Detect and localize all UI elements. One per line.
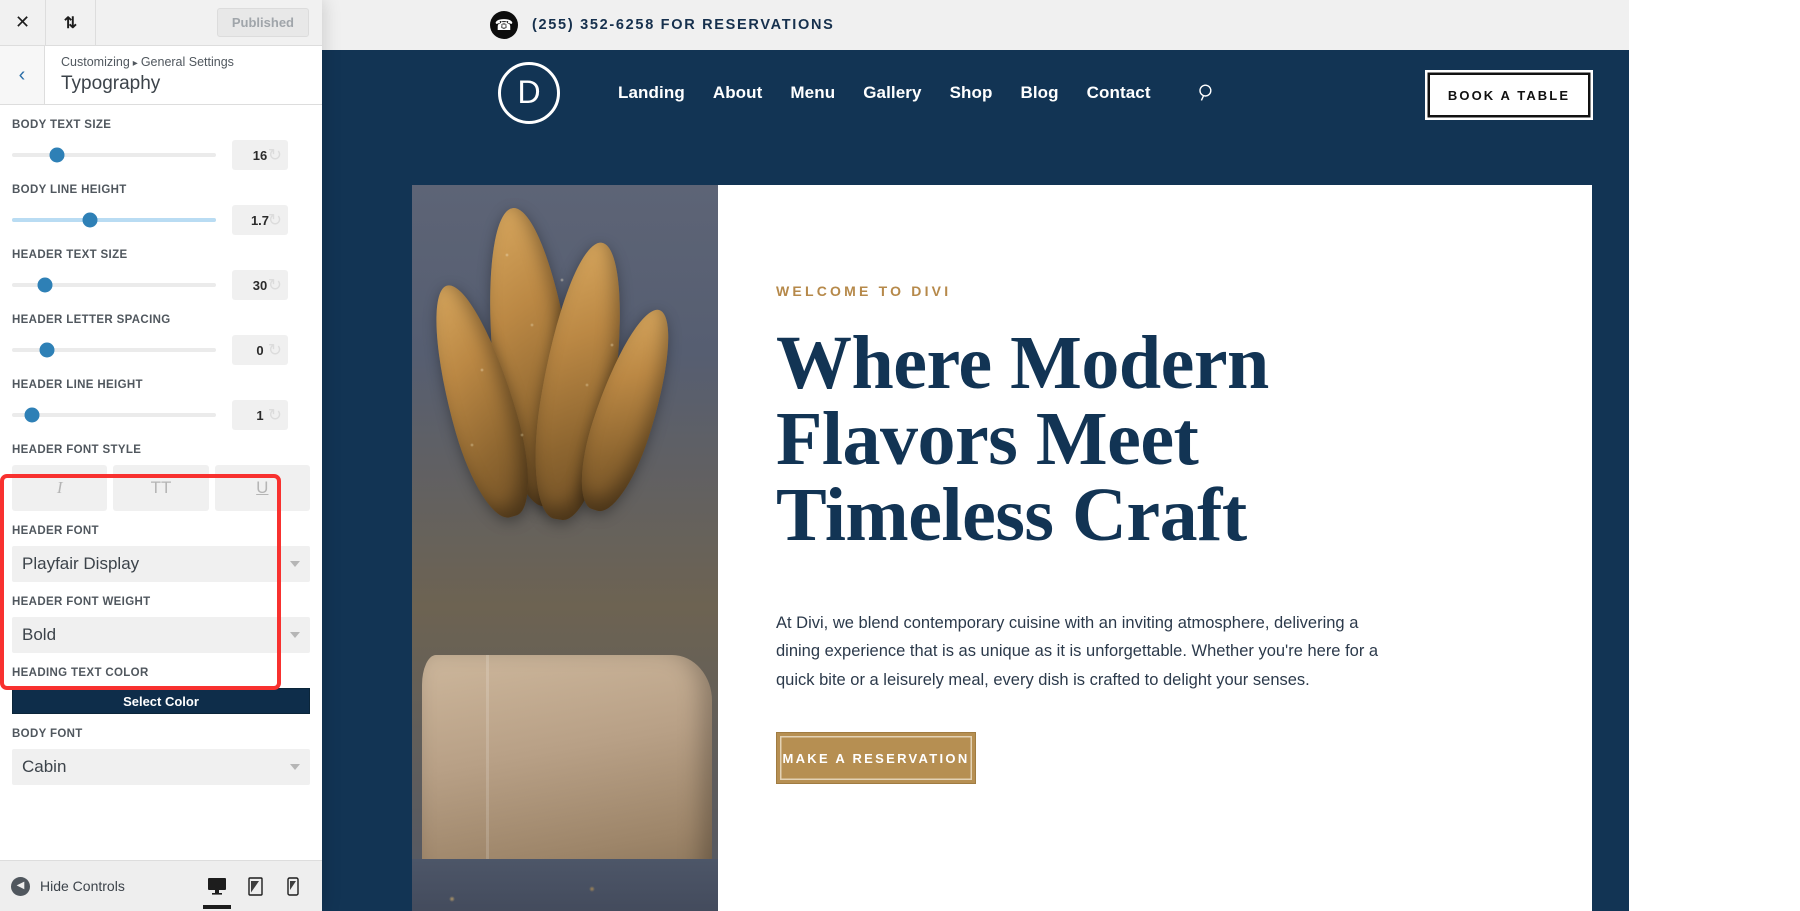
nav-link-contact[interactable]: Contact (1087, 83, 1151, 103)
slider-track[interactable] (12, 212, 216, 228)
slider-knob[interactable] (82, 212, 98, 228)
control-label: BODY TEXT SIZE (12, 119, 112, 131)
chevron-down-icon (290, 632, 300, 638)
customizer-panel-header: ‹ Customizing ▸ General Settings Typograph… (0, 46, 322, 105)
slider-track[interactable] (12, 277, 216, 293)
hide-controls-label: Hide Controls (40, 878, 125, 894)
uppercase-button[interactable]: TT (113, 465, 209, 511)
page-title: Typography (61, 72, 161, 94)
customizer-screen: ☎ (255) 352-6258 FOR RESERVATIONS D Land… (0, 0, 1800, 911)
primary-nav: Landing About Menu Gallery Shop Blog Con… (618, 83, 1217, 103)
control-label: BODY FONT (12, 728, 83, 740)
header-font-value: Playfair Display (22, 554, 140, 573)
reset-icon[interactable]: ↻ (268, 147, 282, 164)
mobile-view-button[interactable] (274, 861, 312, 911)
hero-eyebrow: WELCOME TO DIVI (776, 283, 952, 299)
select-color-button[interactable]: Select Color (12, 688, 310, 714)
chevron-left-circle-icon: ◀ (11, 876, 30, 896)
reset-icon[interactable]: ↻ (268, 342, 282, 359)
control-label: HEADER LETTER SPACING (12, 314, 171, 326)
customizer-sidebar: ✕ ⇅ Published ‹ Customizing ▸ General Sett… (0, 0, 322, 911)
body-font-value: Cabin (22, 757, 67, 776)
control-label: HEADING TEXT COLOR (12, 667, 149, 679)
control-body-text-size: BODY TEXT SIZE 16 ↻ (0, 119, 322, 170)
control-label: HEADER FONT (12, 525, 99, 537)
chevron-down-icon (290, 561, 300, 567)
body-font-select[interactable]: Cabin (12, 749, 310, 785)
desktop-view-button[interactable] (198, 861, 236, 911)
slider-knob[interactable] (49, 147, 65, 163)
breadcrumb-root[interactable]: Customizing (61, 55, 130, 69)
nav-link-landing[interactable]: Landing (618, 83, 685, 103)
published-button[interactable]: Published (216, 8, 309, 37)
breadcrumb: Customizing ▸ General Settings (61, 53, 234, 72)
hero-text-column: WELCOME TO DIVI Where Modern Flavors Mee… (718, 185, 1592, 911)
control-header-line-height: HEADER LINE HEIGHT 1 ↻ (0, 379, 322, 430)
chevron-down-icon (290, 764, 300, 770)
slider-knob[interactable] (24, 407, 40, 423)
control-header-text-size: HEADER TEXT SIZE 30 ↻ (0, 249, 322, 300)
hide-controls-button[interactable]: ◀ Hide Controls (0, 876, 125, 896)
close-icon[interactable]: ✕ (0, 0, 46, 45)
control-header-letter-spacing: HEADER LETTER SPACING 0 ↻ (0, 314, 322, 365)
header-font-select[interactable]: Playfair Display (12, 546, 310, 582)
slider-knob[interactable] (37, 277, 53, 293)
customizer-toolbar: ✕ ⇅ Published (0, 0, 322, 46)
breadcrumb-separator: ▸ (132, 58, 138, 69)
header-font-weight-value: Bold (22, 625, 57, 644)
book-a-table-button[interactable]: BOOK A TABLE (1425, 70, 1593, 120)
slider-knob[interactable] (39, 342, 55, 358)
search-icon[interactable] (1197, 83, 1217, 103)
announcement-text: (255) 352-6258 FOR RESERVATIONS (532, 17, 835, 33)
control-label: HEADER FONT WEIGHT (12, 596, 151, 608)
reset-icon[interactable]: ↻ (268, 212, 282, 229)
control-label: BODY LINE HEIGHT (12, 184, 127, 196)
customizer-footer: ◀ Hide Controls (0, 860, 322, 911)
customizer-controls: BODY TEXT SIZE 16 ↻ BODY LINE HEIGHT 1.7… (0, 105, 322, 860)
control-label: HEADER FONT STYLE (12, 444, 142, 456)
italic-button[interactable]: I (12, 465, 108, 511)
phone-icon: ☎ (490, 11, 518, 39)
hero-image (412, 185, 718, 911)
breadcrumb-section[interactable]: General Settings (141, 55, 234, 69)
hero-heading: Where Modern Flavors Meet Timeless Craft (776, 321, 1269, 557)
hero-paragraph: At Divi, we blend contemporary cuisine w… (776, 614, 1379, 689)
control-label: HEADER LINE HEIGHT (12, 379, 143, 391)
nav-link-blog[interactable]: Blog (1020, 83, 1058, 103)
nav-link-about[interactable]: About (713, 83, 763, 103)
divi-logo[interactable]: D (498, 61, 560, 124)
device-preview-group (198, 861, 322, 911)
chevron-left-icon[interactable]: ‹ (0, 46, 45, 104)
reset-icon[interactable]: ↻ (268, 277, 282, 294)
control-heading-text-color: HEADING TEXT COLOR Select Color (0, 667, 322, 714)
slider-track[interactable] (12, 147, 216, 163)
control-body-line-height: BODY LINE HEIGHT 1.7 ↻ (0, 184, 322, 235)
tablet-view-button[interactable] (236, 861, 274, 911)
underline-button[interactable]: U (214, 465, 310, 511)
control-header-font-style: HEADER FONT STYLE I TT U (0, 444, 322, 511)
nav-link-shop[interactable]: Shop (950, 83, 993, 103)
reset-icon[interactable]: ↻ (268, 407, 282, 424)
make-a-reservation-label: MAKE A RESERVATION (782, 750, 970, 766)
control-header-font: HEADER FONT Playfair Display (0, 525, 322, 582)
device-switch-icon[interactable]: ⇅ (46, 0, 96, 45)
control-body-font: BODY FONT Cabin (0, 728, 322, 785)
slider-track[interactable] (12, 342, 216, 358)
control-header-font-weight: HEADER FONT WEIGHT Bold (0, 596, 322, 653)
nav-link-menu[interactable]: Menu (790, 83, 835, 103)
control-label: HEADER TEXT SIZE (12, 249, 128, 261)
hero-card: WELCOME TO DIVI Where Modern Flavors Mee… (412, 185, 1592, 911)
select-color-label: Select Color (123, 693, 199, 709)
header-font-weight-select[interactable]: Bold (12, 617, 310, 653)
slider-track[interactable] (12, 407, 216, 423)
nav-link-gallery[interactable]: Gallery (863, 83, 921, 103)
book-a-table-label: BOOK A TABLE (1447, 87, 1571, 103)
make-a-reservation-button[interactable]: MAKE A RESERVATION (776, 732, 976, 785)
